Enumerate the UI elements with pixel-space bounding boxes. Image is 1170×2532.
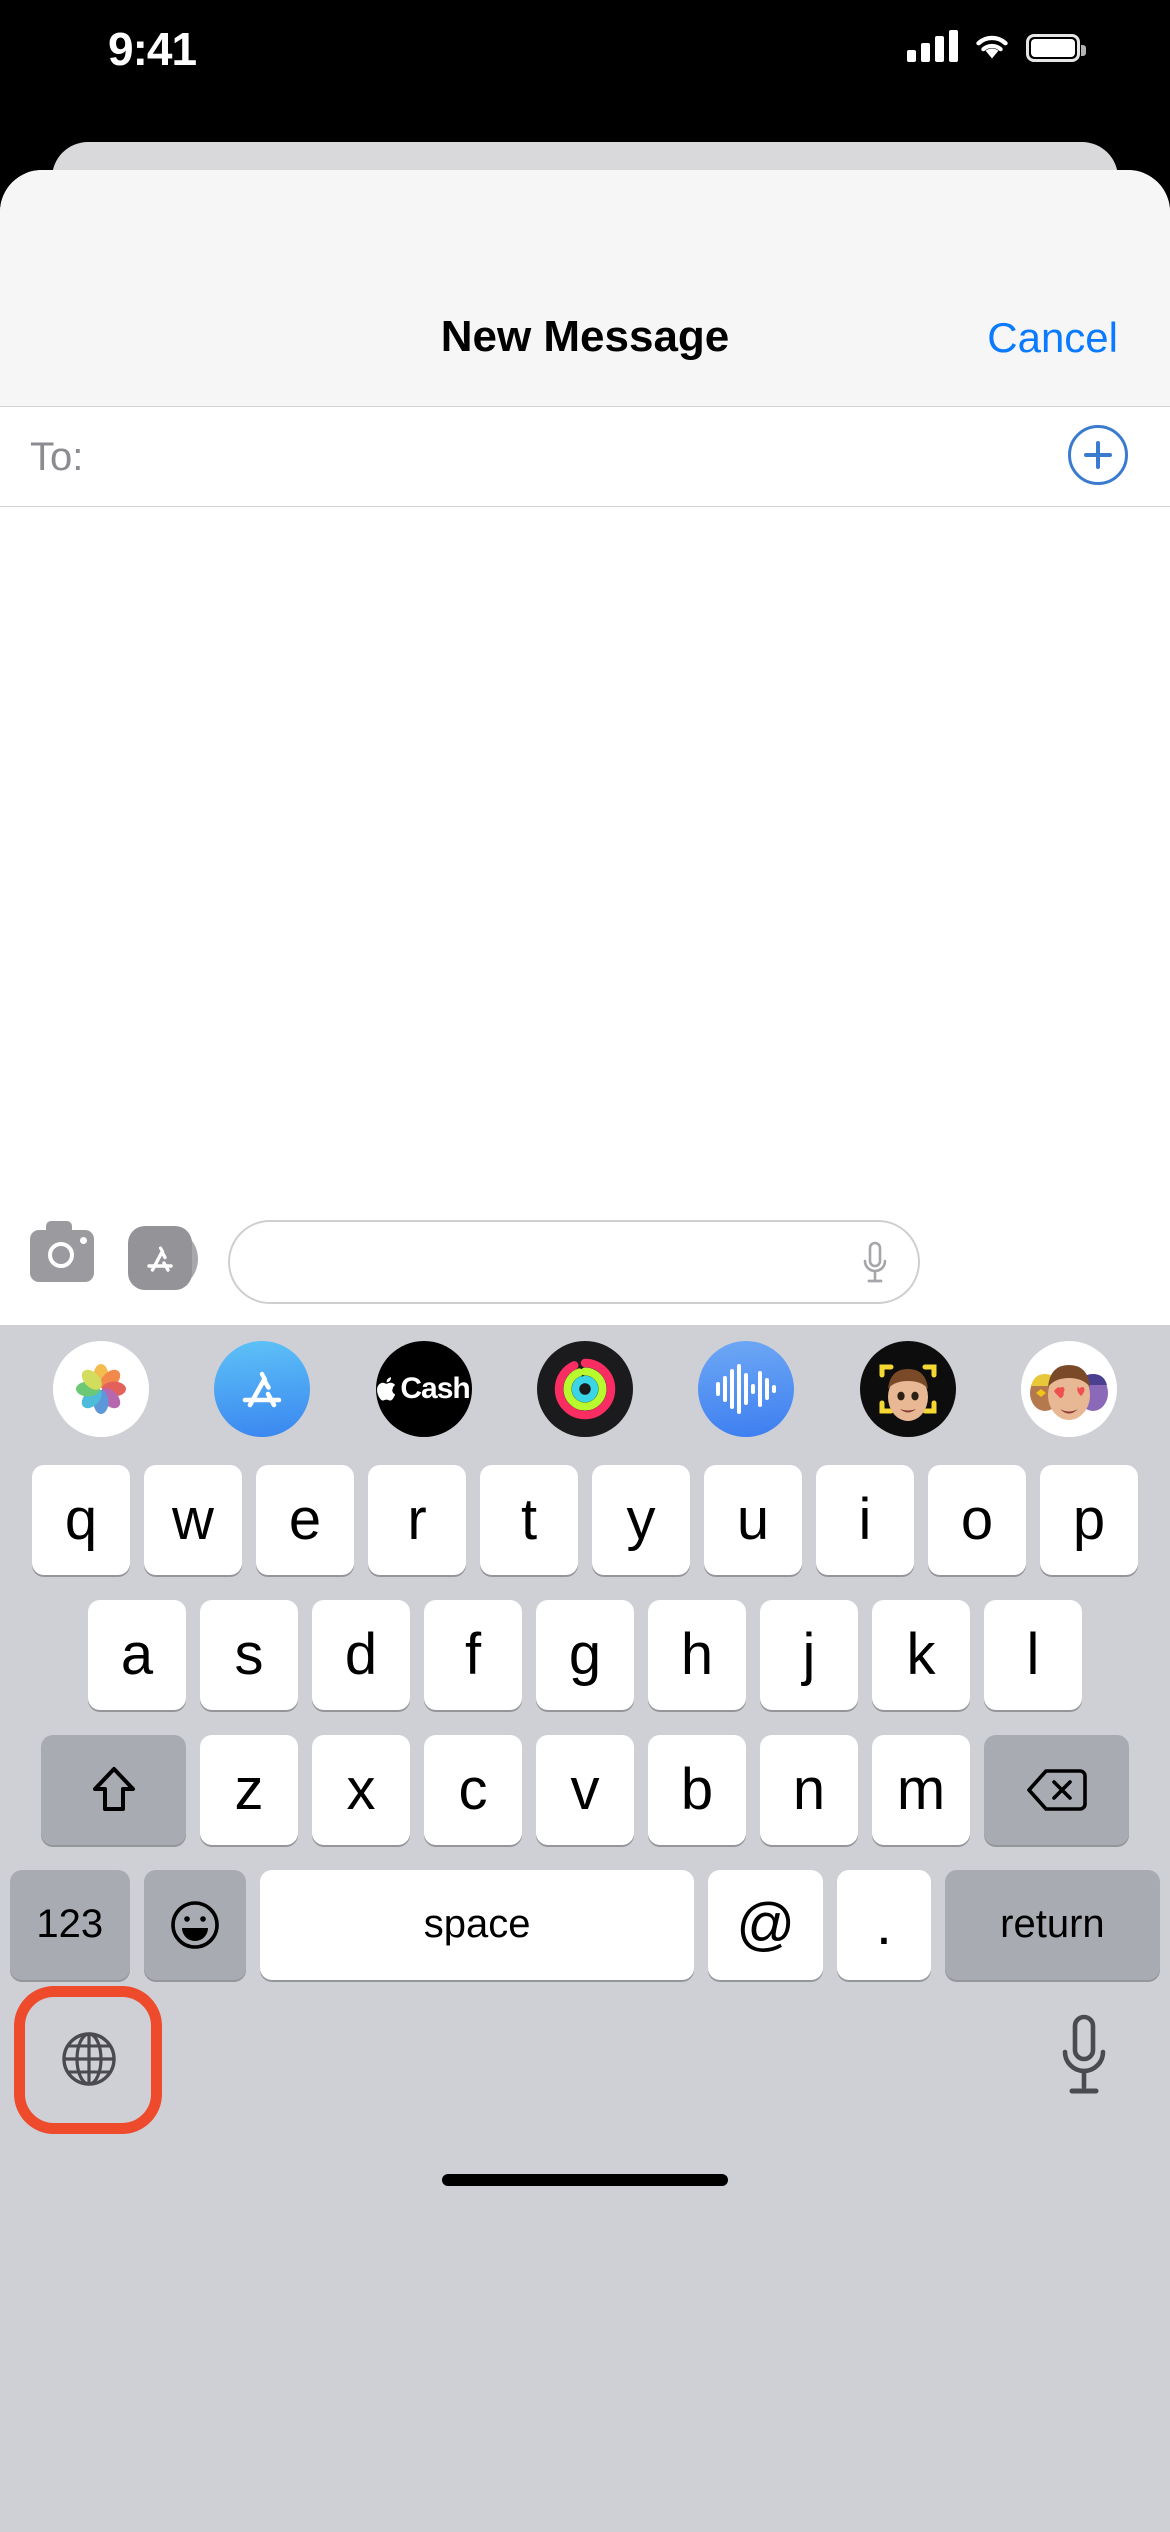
emoji-glyph bbox=[170, 1900, 219, 1949]
return-key[interactable]: return bbox=[944, 1869, 1161, 1980]
keyboard-bottom-row bbox=[0, 1986, 1170, 2214]
key-r[interactable]: r bbox=[368, 1464, 466, 1575]
home-indicator bbox=[442, 2174, 728, 2186]
delete-glyph bbox=[1026, 1768, 1087, 1811]
key-l[interactable]: l bbox=[984, 1599, 1082, 1710]
shift-glyph bbox=[92, 1766, 135, 1811]
app-store-glyph bbox=[147, 1246, 173, 1272]
key-p[interactable]: p bbox=[1040, 1464, 1138, 1575]
key-t[interactable]: t bbox=[480, 1464, 578, 1575]
keyboard-row-2: a s d f g h j k l bbox=[0, 1587, 1170, 1722]
key-x[interactable]: x bbox=[312, 1734, 410, 1845]
globe-glyph bbox=[62, 2032, 116, 2086]
recipient-row[interactable]: To: bbox=[0, 407, 1170, 507]
key-h[interactable]: h bbox=[648, 1599, 746, 1710]
keyboard-row-4: 123 space @ . return bbox=[0, 1857, 1170, 1992]
app-store-icon[interactable] bbox=[128, 1226, 198, 1292]
iphone-screen: 9:41 New Message Cancel To: Cash q w e r… bbox=[0, 0, 1170, 2532]
space-key[interactable]: space bbox=[259, 1869, 695, 1980]
wifi-icon bbox=[976, 35, 1008, 59]
cellular-bars-icon bbox=[907, 30, 958, 62]
memoji-camera-icon[interactable] bbox=[859, 1340, 956, 1437]
memoji-stickers-glyph bbox=[1030, 1364, 1109, 1420]
key-i[interactable]: i bbox=[816, 1464, 914, 1575]
apple-cash-label: Cash bbox=[377, 1371, 471, 1406]
status-bar-indicators bbox=[907, 30, 1086, 62]
key-n[interactable]: n bbox=[760, 1734, 858, 1845]
photos-glyph bbox=[75, 1363, 126, 1414]
key-g[interactable]: g bbox=[536, 1599, 634, 1710]
key-w[interactable]: w bbox=[144, 1464, 242, 1575]
key-d[interactable]: d bbox=[312, 1599, 410, 1710]
key-v[interactable]: v bbox=[536, 1734, 634, 1845]
new-message-sheet: New Message Cancel To: Cash q w e r t y … bbox=[0, 170, 1170, 2532]
globe-icon[interactable] bbox=[34, 2006, 144, 2112]
shift-arrow-icon[interactable] bbox=[41, 1734, 186, 1845]
key-a[interactable]: a bbox=[88, 1599, 186, 1710]
cancel-button[interactable]: Cancel bbox=[987, 314, 1118, 362]
at-key[interactable]: @ bbox=[708, 1869, 824, 1980]
keyboard: Cash q w e r t y u i o p a s d f g h j k… bbox=[0, 1325, 1170, 2532]
key-b[interactable]: b bbox=[648, 1734, 746, 1845]
key-s[interactable]: s bbox=[200, 1599, 298, 1710]
microphone-icon[interactable] bbox=[860, 1240, 890, 1288]
app-store-icon[interactable] bbox=[214, 1340, 311, 1437]
battery-full-icon bbox=[1026, 34, 1086, 62]
keyboard-row-3: z x c v b n m bbox=[0, 1722, 1170, 1857]
memoji-stickers-icon[interactable] bbox=[1021, 1340, 1118, 1437]
activity-rings-glyph bbox=[554, 1358, 616, 1419]
imessage-app-drawer: Cash bbox=[0, 1325, 1170, 1452]
key-q[interactable]: q bbox=[32, 1464, 130, 1575]
conversation-area bbox=[0, 507, 1170, 1202]
cash-text: Cash bbox=[400, 1371, 470, 1405]
key-y[interactable]: y bbox=[592, 1464, 690, 1575]
key-u[interactable]: u bbox=[704, 1464, 802, 1575]
memoji-camera-glyph bbox=[879, 1364, 937, 1421]
photos-icon[interactable] bbox=[52, 1340, 149, 1437]
to-label: To: bbox=[30, 435, 84, 479]
key-k[interactable]: k bbox=[872, 1599, 970, 1710]
apple-logo-icon bbox=[377, 1376, 396, 1401]
status-bar: 9:41 bbox=[0, 0, 1170, 100]
keyboard-row-1: q w e r t y u i o p bbox=[0, 1452, 1170, 1587]
message-input[interactable] bbox=[228, 1220, 920, 1304]
key-o[interactable]: o bbox=[928, 1464, 1026, 1575]
plus-circle-icon[interactable] bbox=[1068, 425, 1128, 485]
message-input-toolbar bbox=[0, 1202, 1170, 1325]
key-f[interactable]: f bbox=[424, 1599, 522, 1710]
camera-icon[interactable] bbox=[30, 1221, 94, 1282]
microphone-icon[interactable] bbox=[1056, 2012, 1112, 2102]
key-c[interactable]: c bbox=[424, 1734, 522, 1845]
delete-backspace-icon[interactable] bbox=[984, 1734, 1129, 1845]
navigation-bar: New Message Cancel bbox=[0, 170, 1170, 407]
app-store-glyph bbox=[242, 1371, 282, 1407]
emoji-smiley-icon[interactable] bbox=[143, 1869, 246, 1980]
apple-cash-icon[interactable]: Cash bbox=[375, 1340, 472, 1437]
numbers-key[interactable]: 123 bbox=[10, 1869, 130, 1980]
key-m[interactable]: m bbox=[872, 1734, 970, 1845]
status-bar-time: 9:41 bbox=[108, 23, 197, 75]
period-key[interactable]: . bbox=[837, 1869, 931, 1980]
activity-rings-icon[interactable] bbox=[536, 1340, 633, 1437]
key-e[interactable]: e bbox=[256, 1464, 354, 1575]
waveform-glyph bbox=[716, 1363, 777, 1414]
key-j[interactable]: j bbox=[760, 1599, 858, 1710]
audio-waveform-icon[interactable] bbox=[698, 1340, 795, 1437]
key-z[interactable]: z bbox=[200, 1734, 298, 1845]
